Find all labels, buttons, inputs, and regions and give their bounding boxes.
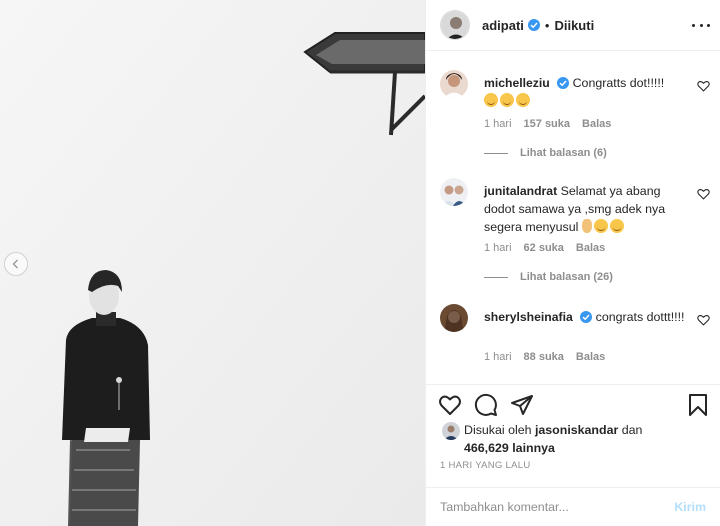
verified-badge-icon [580, 311, 593, 323]
reply-button[interactable]: Balas [576, 242, 605, 254]
comment-age: 1 hari [484, 118, 512, 130]
save-bookmark-icon[interactable] [686, 393, 710, 417]
verified-badge-icon [527, 19, 540, 31]
reply-button[interactable]: Balas [576, 351, 605, 363]
hugging-face-emoji-icon [484, 93, 498, 107]
view-replies-button[interactable]: Lihat balasan (6) [484, 147, 607, 159]
like-comment-heart-icon[interactable] [697, 188, 710, 200]
commenter-avatar[interactable] [440, 178, 468, 206]
comment-age: 1 hari [484, 242, 512, 254]
post-panel: adipati • Diikuti michelleziu Congratts … [425, 0, 720, 526]
more-options-button[interactable] [692, 18, 710, 32]
post-photo [0, 0, 425, 526]
hugging-face-emoji-icon [500, 93, 514, 107]
commenter-avatar[interactable] [440, 304, 468, 332]
chevron-left-icon [12, 259, 18, 269]
comment-likes[interactable]: 62 suka [524, 242, 564, 254]
like-comment-heart-icon[interactable] [697, 314, 710, 326]
comment-text: junitalandrat Selamat ya abang dodot sam… [484, 182, 689, 236]
liker-avatar[interactable] [442, 422, 460, 440]
comment-meta: 1 hari 62 suka Balas [484, 242, 605, 254]
more-horizontal-icon [692, 23, 695, 27]
liked-by-text: Disukai oleh jasoniskandar dan 466,629 l… [464, 421, 704, 457]
hugging-face-emoji-icon [516, 93, 530, 107]
author-avatar[interactable] [440, 10, 470, 40]
like-heart-icon[interactable] [438, 393, 462, 417]
liked-by-conjunction: dan [621, 423, 643, 437]
post-header: adipati • Diikuti [426, 0, 720, 51]
comment-age: 1 hari [484, 351, 512, 363]
commenter-username[interactable]: michelleziu [484, 76, 550, 90]
view-replies-label: Lihat balasan (26) [520, 271, 613, 283]
verified-badge-icon [557, 77, 570, 89]
reply-button[interactable]: Balas [582, 118, 611, 130]
follow-button[interactable]: Diikuti [554, 18, 594, 33]
comment-text: michelleziu Congratts dot!!!!! [484, 74, 689, 110]
comment-bubble-icon[interactable] [474, 393, 498, 417]
likes-count[interactable]: 466,629 lainnya [464, 441, 555, 455]
comment-composer: Kirim [426, 487, 720, 526]
comment-input[interactable] [440, 500, 675, 514]
comment-likes[interactable]: 88 suka [524, 351, 564, 363]
post-image [0, 0, 425, 526]
commenter-username[interactable]: junitalandrat [484, 184, 557, 198]
comment-text: sherylsheinafia congrats dottt!!!! [484, 308, 689, 326]
post-timestamp[interactable]: 1 HARI YANG LALU [440, 460, 531, 471]
comments-list[interactable]: michelleziu Congratts dot!!!!! 1 hari 15… [426, 52, 720, 384]
share-paper-plane-icon[interactable] [510, 393, 534, 417]
comment-content: Congratts dot!!!!! [572, 76, 665, 90]
previous-slide-button[interactable] [4, 252, 28, 276]
comment-item: junitalandrat Selamat ya abang dodot sam… [440, 178, 710, 298]
comment-likes[interactable]: 157 suka [524, 118, 570, 130]
grinning-squint-emoji-icon [593, 219, 608, 233]
author-username[interactable]: adipati [482, 18, 524, 33]
like-comment-heart-icon[interactable] [697, 80, 710, 92]
liked-by-prefix: Disukai oleh [464, 423, 532, 437]
separator: • [544, 17, 550, 33]
grinning-emoji-icon [609, 219, 624, 233]
comment-meta: 1 hari 88 suka Balas [484, 351, 605, 363]
comment-meta: 1 hari 157 suka Balas [484, 118, 611, 130]
view-replies-button[interactable]: Lihat balasan (26) [484, 271, 613, 283]
commenter-avatar[interactable] [440, 70, 468, 98]
liker-username[interactable]: jasoniskandar [535, 423, 618, 437]
comment-item: sherylsheinafia congrats dottt!!!! 1 har… [440, 304, 710, 384]
comment-item: michelleziu Congratts dot!!!!! 1 hari 15… [440, 70, 710, 180]
ok-hand-emoji-icon [581, 219, 592, 233]
send-comment-button[interactable]: Kirim [674, 500, 706, 514]
commenter-username[interactable]: sherylsheinafia [484, 310, 573, 324]
view-replies-label: Lihat balasan (6) [520, 147, 607, 159]
comment-content: congrats dottt!!!! [595, 310, 685, 324]
